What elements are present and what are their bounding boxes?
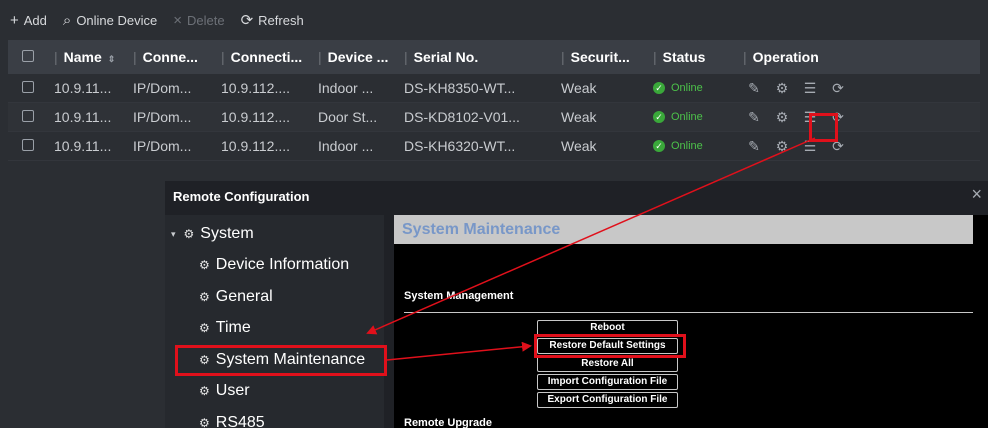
cell-security: Weak [561,80,597,96]
gear-icon: ⚙ [199,416,210,428]
header-security[interactable]: | Securit... [561,49,653,65]
config-content: System Maintenance System Management Reb… [394,215,988,428]
status-badge: ✓ Online [653,140,743,152]
device-table: | Name ⇕ | Conne... | Connecti... | Device ..… [8,40,980,161]
row-checkbox[interactable] [8,138,48,154]
section-header: System Maintenance [394,215,973,244]
gear-icon: ⚙ [199,384,210,398]
panel-title: Remote Configuration [173,189,310,204]
add-button[interactable]: + Add [10,13,47,28]
tree-item-general[interactable]: ⚙ General [199,285,273,309]
cell-connection: 10.9.112.... [221,80,291,96]
remote-upgrade-title: Remote Upgrade [404,417,493,428]
toolbar: + Add ⌕ Online Device × Delete ⟳ Refresh [0,0,988,40]
cell-device-type: Indoor ... [318,80,374,96]
header-status[interactable]: | Status [653,49,743,65]
refresh-icon[interactable]: ⟳ [829,79,847,97]
check-icon: ✓ [653,111,665,123]
cell-device-type: Indoor ... [318,138,374,154]
checkbox-icon [22,50,34,62]
close-icon[interactable]: × [971,184,982,205]
gear-icon: ⚙ [199,321,210,335]
gear-icon: ⚙ [199,258,210,272]
cell-connection: 10.9.112.... [221,109,291,125]
header-device-type[interactable]: | Device ... [318,49,404,65]
header-operation: | Operation [743,49,819,65]
config-tree: ▾ ⚙ System ⚙ Device Information ⚙ Genera… [165,215,384,428]
checkbox-icon [22,139,34,151]
cell-name: 10.9.11... [54,138,112,154]
cell-security: Weak [561,109,597,125]
gear-icon: ⚙ [183,227,195,241]
export-configuration-button[interactable]: Export Configuration File [537,392,678,408]
table-row[interactable]: 10.9.11... IP/Dom... 10.9.112.... Indoor… [8,74,980,103]
checkbox-icon [22,110,34,122]
check-icon: ✓ [653,82,665,94]
tree-item-rs485[interactable]: ⚙ RS485 [199,411,265,428]
cell-serial: DS-KD8102-V01... [404,109,520,125]
add-label: Add [23,12,47,28]
row-checkbox[interactable] [8,80,48,96]
check-icon: ✓ [653,140,665,152]
edit-icon[interactable]: ✎ [745,137,763,155]
table-header: | Name ⇕ | Conne... | Connecti... | Device ..… [8,40,980,74]
restore-all-button[interactable]: Restore All [537,356,678,372]
cell-connection-type: IP/Dom... [133,109,192,125]
select-all-checkbox[interactable] [8,49,48,65]
list-icon[interactable]: ☰ [801,79,819,97]
cell-name: 10.9.11... [54,80,112,96]
refresh-button[interactable]: ⟳ Refresh [241,13,304,28]
highlight-gear [809,113,838,142]
refresh-label: Refresh [258,12,304,28]
cell-connection-type: IP/Dom... [133,80,192,96]
header-name[interactable]: | Name ⇕ [48,49,133,65]
edit-icon[interactable]: ✎ [745,108,763,126]
cell-serial: DS-KH8350-WT... [404,80,516,96]
gear-icon: ⚙ [199,290,210,304]
divider [404,312,973,313]
plus-icon: + [10,11,19,29]
online-device-button[interactable]: ⌕ Online Device [63,13,157,28]
search-icon: ⌕ [62,11,72,29]
tree-item-time[interactable]: ⚙ Time [199,316,251,340]
cell-device-type: Door St... [318,109,378,125]
checkbox-icon [22,81,34,93]
remote-config-gear-icon[interactable]: ⚙ [773,108,791,126]
header-connection[interactable]: | Connecti... [221,49,318,65]
tree-item-user[interactable]: ⚙ User [199,379,250,403]
header-serial[interactable]: | Serial No. [404,49,561,65]
header-connection-type[interactable]: | Conne... [133,49,221,65]
highlight-system-maintenance [175,345,387,376]
gear-icon[interactable]: ⚙ [773,137,791,155]
gear-icon[interactable]: ⚙ [773,79,791,97]
sort-icon[interactable]: ⇕ [108,54,116,64]
collapse-icon[interactable]: ▾ [171,229,176,240]
cell-connection: 10.9.112.... [221,138,291,154]
status-badge: ✓ Online [653,111,743,123]
cell-name: 10.9.11... [54,109,112,125]
cell-serial: DS-KH6320-WT... [404,138,516,154]
status-badge: ✓ Online [653,82,743,94]
delete-label: Delete [187,12,225,28]
online-device-label: Online Device [76,12,158,28]
cell-security: Weak [561,138,597,154]
tree-item-system[interactable]: ▾ ⚙ System [171,222,254,246]
refresh-icon: ⟳ [240,11,254,29]
tree-item-device-information[interactable]: ⚙ Device Information [199,253,349,277]
highlight-restore-default [534,334,686,358]
system-management-title: System Management [404,290,514,302]
remote-configuration-panel: Remote Configuration × ▾ ⚙ System ⚙ Devi… [165,181,988,428]
close-icon: × [173,11,183,29]
row-checkbox[interactable] [8,109,48,125]
edit-icon[interactable]: ✎ [745,79,763,97]
import-configuration-button[interactable]: Import Configuration File [537,374,678,390]
delete-button[interactable]: × Delete [173,13,224,28]
operation-cell: ✎ ⚙ ☰ ⟳ [743,79,903,97]
cell-connection-type: IP/Dom... [133,138,192,154]
